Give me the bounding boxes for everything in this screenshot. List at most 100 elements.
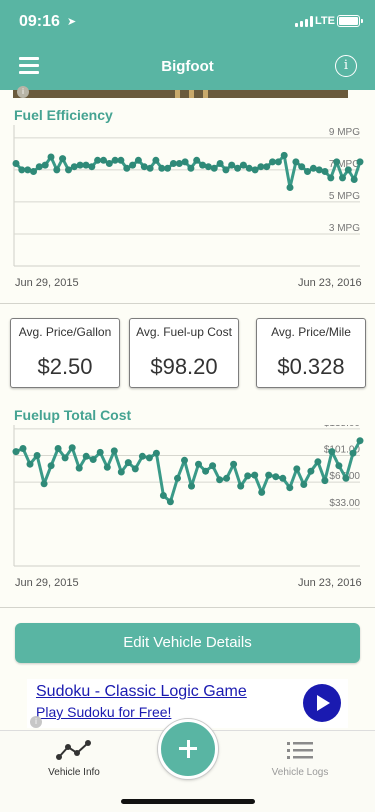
cost-data-point [321, 477, 329, 485]
tab-label: Vehicle Info [48, 767, 100, 778]
mpg-data-point [228, 161, 236, 169]
cost-data-point [75, 464, 83, 472]
cost-data-point [328, 448, 336, 456]
cost-data-point [230, 460, 238, 468]
cost-data-point [89, 456, 97, 463]
mpg-data-point [274, 158, 282, 166]
mpg-data-point [350, 176, 358, 183]
mpg-data-point [181, 158, 189, 166]
play-icon[interactable] [303, 684, 341, 722]
cost-data-point [117, 468, 125, 476]
mpg-data-point [356, 158, 364, 166]
cost-data-point [152, 449, 160, 457]
cost-data-point [244, 472, 252, 480]
mpg-data-point [210, 164, 218, 172]
mpg-data-point [47, 153, 55, 161]
list-icon [287, 742, 313, 759]
cost-data-point [279, 474, 287, 482]
cellular-signal-icon [295, 16, 313, 27]
divider [0, 607, 375, 608]
cost-tick-label: $33.00 [329, 498, 360, 509]
stat-label: Avg. Price/Mile [271, 325, 351, 339]
cost-data-point [251, 471, 259, 479]
battery-icon [337, 15, 363, 27]
mpg-data-point [41, 161, 49, 169]
mpg-data-point [321, 168, 329, 175]
cost-data-point [61, 454, 69, 462]
fuel-efficiency-chart: 3 MPG5 MPG7 MPG9 MPG [12, 125, 364, 267]
cost-data-point [40, 480, 48, 488]
mpg-data-point [53, 166, 61, 174]
photo-badge-icon: i [17, 86, 29, 98]
cost-data-point [33, 452, 41, 459]
ad-choices-icon[interactable]: i [30, 716, 42, 728]
mpg-data-point [263, 163, 271, 171]
cost-data-point [68, 444, 76, 452]
cost-data-point [202, 467, 210, 475]
avg-price-mile-card: Avg. Price/Mile $0.328 [256, 318, 366, 388]
ad-subtitle-link[interactable]: Play Sudoku for Free! [36, 704, 171, 720]
mpg-data-point [117, 156, 125, 164]
tab-label: Vehicle Logs [271, 767, 329, 778]
mpg-data-point [298, 163, 306, 171]
cost-data-point [272, 473, 280, 481]
stat-value: $2.50 [37, 354, 93, 379]
info-icon[interactable]: i [335, 55, 357, 77]
mpg-data-point [30, 168, 37, 175]
mpg-data-point [216, 160, 224, 167]
ad-title-link[interactable]: Sudoku - Classic Logic Game [36, 683, 247, 701]
cost-data-point [286, 484, 294, 492]
cost-data-point [103, 463, 111, 471]
cost-data-point [54, 445, 62, 452]
cost-data-point [82, 452, 90, 460]
edit-vehicle-details-button[interactable]: Edit Vehicle Details [15, 623, 360, 663]
cost-data-point [174, 474, 181, 482]
mpg-tick-label: 9 MPG [329, 127, 360, 138]
cost-data-point [237, 482, 245, 490]
mpg-data-point [59, 155, 67, 163]
cost-data-point [342, 474, 350, 482]
location-arrow-icon: ➤ [67, 16, 77, 28]
page-title: Bigfoot [161, 58, 214, 75]
cost-data-point [335, 462, 343, 470]
cost-data-point [131, 465, 139, 473]
vehicle-photo[interactable] [13, 90, 348, 98]
mpg-data-point [333, 158, 341, 166]
tab-vehicle-info[interactable]: Vehicle Info [19, 739, 129, 778]
mpg-data-point [286, 184, 294, 191]
mpg-data-point [280, 151, 288, 159]
status-time: 09:16 [19, 13, 60, 30]
mpg-data-point [339, 174, 346, 182]
cost-data-point [314, 458, 322, 466]
network-type: LTE [315, 15, 335, 27]
divider [0, 303, 375, 304]
mpg-data-point [164, 164, 172, 172]
mpg-tick-label: 3 MPG [329, 223, 360, 234]
line-graph-icon [56, 740, 91, 760]
status-bar: 09:16 ➤ LTE [0, 0, 375, 44]
mpg-data-point [187, 164, 195, 172]
nav-bar: Bigfoot i [0, 44, 375, 90]
cost-data-point [166, 498, 174, 506]
cost-data-point [265, 471, 273, 479]
mpg-data-point [292, 158, 300, 166]
fuelup-cost-title: Fuelup Total Cost [14, 407, 132, 423]
cost-data-point [159, 492, 167, 499]
cost-data-point [356, 437, 364, 445]
home-indicator [121, 799, 255, 804]
stat-label: Avg. Fuel-up Cost [136, 325, 232, 339]
avg-price-gallon-card: Avg. Price/Gallon $2.50 [10, 318, 120, 388]
cost-data-point [124, 459, 132, 467]
cost-data-point [19, 445, 27, 452]
stat-value: $0.328 [277, 354, 345, 379]
cost-data-point [258, 488, 266, 496]
mpg-data-point [245, 164, 253, 172]
mpg-end-date: Jun 23, 2016 [298, 277, 362, 289]
mpg-data-point [146, 164, 154, 172]
cost-end-date: Jun 23, 2016 [298, 577, 362, 589]
tab-vehicle-logs[interactable]: Vehicle Logs [245, 739, 355, 778]
add-fuelup-button[interactable] [158, 719, 218, 779]
mpg-data-point [193, 156, 201, 164]
mpg-data-point [129, 161, 137, 169]
mpg-data-point [134, 156, 142, 164]
